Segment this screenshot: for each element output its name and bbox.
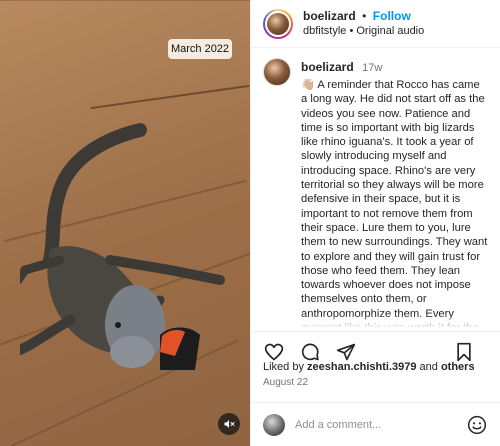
- liked-by-others[interactable]: others: [441, 361, 475, 373]
- caption-section: boelizard 17w 👋🏼 A reminder that Rocco h…: [251, 49, 500, 331]
- profile-avatar[interactable]: [263, 8, 293, 39]
- save-button[interactable]: [453, 341, 475, 363]
- current-user-avatar: [263, 413, 285, 436]
- like-button[interactable]: [263, 341, 285, 363]
- share-icon: [336, 343, 356, 360]
- audio-subtitle[interactable]: dbfitstyle • Original audio: [303, 24, 424, 39]
- likes-prefix: Liked by: [263, 361, 308, 373]
- likes-middle: and: [416, 361, 441, 373]
- floor-plank: [0, 0, 250, 1]
- comment-icon: [301, 343, 319, 360]
- separator-dot: •: [362, 9, 367, 23]
- caption-block: boelizard 17w 👋🏼 A reminder that Rocco h…: [263, 58, 489, 331]
- likes-summary: Liked by zeeshan.chishti.3979 and others: [263, 361, 475, 373]
- comment-bar: [251, 402, 500, 446]
- avatar-image: [265, 10, 291, 37]
- caption-avatar[interactable]: [263, 58, 291, 86]
- share-button[interactable]: [335, 341, 357, 363]
- caption-content: boelizard 17w 👋🏼 A reminder that Rocco h…: [301, 58, 489, 331]
- liked-by-user[interactable]: zeeshan.chishti.3979: [307, 361, 416, 373]
- muted-speaker-icon: [224, 420, 235, 428]
- video-timestamp-label: March 2022: [168, 39, 232, 59]
- caption-text: 👋🏼 A reminder that Rocco has came a long…: [301, 79, 488, 331]
- video-player[interactable]: March 2022: [0, 0, 250, 446]
- caption-fade: [251, 315, 500, 331]
- post-details-panel: boelizard • Follow dbfitstyle • Original…: [250, 0, 500, 446]
- smiley-icon: [467, 415, 487, 435]
- emoji-button[interactable]: [467, 415, 487, 435]
- heart-icon: [264, 343, 284, 360]
- header-text: boelizard • Follow dbfitstyle • Original…: [303, 8, 424, 39]
- post-date: August 22: [263, 377, 309, 388]
- comment-button[interactable]: [299, 341, 321, 363]
- post-header: boelizard • Follow dbfitstyle • Original…: [251, 0, 500, 48]
- author-username[interactable]: boelizard: [303, 9, 356, 23]
- caption-username[interactable]: boelizard: [301, 60, 354, 74]
- comment-input[interactable]: [295, 418, 455, 431]
- caption-time: 17w: [362, 62, 383, 74]
- floor-seam: [90, 84, 250, 110]
- bookmark-icon: [457, 342, 471, 362]
- iguana-image: [20, 123, 225, 370]
- follow-button[interactable]: Follow: [373, 9, 411, 23]
- mute-button[interactable]: [218, 413, 240, 435]
- post-viewer: March 2022 boelizard • Follow dbfitstyle…: [0, 0, 500, 446]
